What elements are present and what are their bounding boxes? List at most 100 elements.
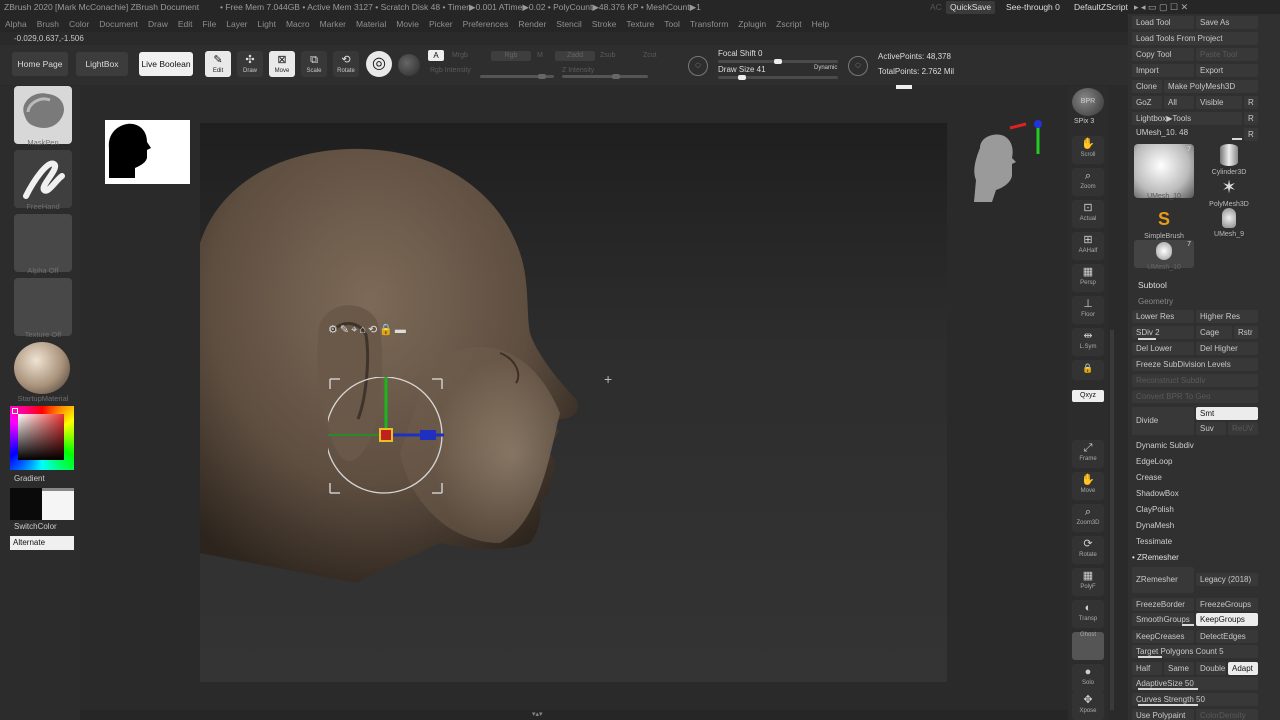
double-button[interactable]: Double [1196,662,1226,675]
menu-picker[interactable]: Picker [429,19,453,29]
panel-scrollbar[interactable] [1110,330,1114,710]
legacy-toggle[interactable]: Legacy (2018) [1196,573,1258,586]
bpr-button[interactable]: BPR [1072,88,1104,116]
move-button[interactable]: ⊠ Move [269,51,295,77]
actual-button[interactable]: ⊡ Actual [1072,200,1104,228]
texture-thumbnail[interactable] [14,278,72,336]
move-view-button[interactable]: ✋ Move [1072,472,1104,500]
load-tools-from-project-button[interactable]: Load Tools From Project [1132,32,1258,45]
lower-res-button[interactable]: Lower Res [1132,310,1194,323]
zadd-button[interactable]: Zadd [555,51,595,61]
dynamic-subdiv-section[interactable]: Dynamic Subdiv [1136,441,1194,450]
color-picker[interactable] [10,406,74,470]
goz-button[interactable]: GoZ [1132,96,1162,109]
keep-groups-toggle[interactable]: KeepGroups [1196,613,1258,626]
material-thumbnail[interactable] [14,342,70,394]
lock-icon[interactable]: 🔒 [379,324,395,336]
shadowbox-section[interactable]: ShadowBox [1136,489,1179,498]
secondary-color-swatch[interactable] [42,488,74,520]
same-button[interactable]: Same [1164,662,1194,675]
draw-size-track[interactable] [718,75,838,80]
menu-edit[interactable]: Edit [178,19,193,29]
m-button[interactable]: M [537,52,543,59]
menu-stencil[interactable]: Stencil [556,19,582,29]
polyframe-button[interactable]: ▦ PolyF [1072,568,1104,596]
menu-tool[interactable]: Tool [664,19,680,29]
keep-creases-toggle[interactable]: KeepCreases [1132,630,1194,643]
copy-tool-button[interactable]: Copy Tool [1132,48,1194,61]
scroll-button[interactable]: ✋ Scroll [1072,136,1104,164]
local-symmetry-button[interactable]: ⇹ L.Sym [1072,328,1104,356]
menu-light[interactable]: Light [258,19,276,29]
menu-document[interactable]: Document [99,19,138,29]
rgb-intensity-slider[interactable] [480,74,554,79]
rotate-view-button[interactable]: ⟳ Rotate [1072,536,1104,564]
transparency-button[interactable]: ◐ Transp [1072,600,1104,628]
menu-movie[interactable]: Movie [396,19,419,29]
see-through-slider[interactable]: See-through 0 [1006,0,1060,15]
rgb-button[interactable]: Rgb [491,51,531,61]
zcut-button[interactable]: Zcut [643,52,657,59]
menu-preferences[interactable]: Preferences [463,19,509,29]
floor-button[interactable]: ⊥ Floor [1072,296,1104,324]
lightbox-button[interactable]: LightBox [76,52,128,76]
half-button[interactable]: Half [1132,662,1162,675]
goz-all-button[interactable]: All [1164,96,1194,109]
tool-thumb-simplebrush[interactable]: S SimpleBrush [1134,208,1194,240]
rotate-button[interactable]: ⟲ Rotate [333,51,359,77]
menu-color[interactable]: Color [69,19,89,29]
reconstruct-subdiv-button[interactable]: Reconstruct Subdiv [1132,374,1258,387]
detect-edges-toggle[interactable]: DetectEdges [1196,630,1258,643]
menu-stroke[interactable]: Stroke [592,19,617,29]
default-zscript-button[interactable]: DefaultZScript [1074,0,1128,15]
goz-visible-button[interactable]: Visible [1196,96,1242,109]
brush-thumbnail[interactable] [14,86,72,144]
unlock-icon[interactable]: ▬ [395,324,408,336]
lock-button[interactable]: 🔒 [1072,360,1104,380]
current-tool-slider[interactable]: UMesh_10. 48 [1136,128,1188,137]
import-button[interactable]: Import [1132,64,1194,77]
color-density-slider[interactable]: ColorDensity [1196,709,1258,720]
suv-toggle[interactable]: Suv [1196,422,1226,435]
bottom-tray-handle[interactable]: ▾▴▾ [80,710,1068,720]
adapt-toggle[interactable]: Adapt [1228,662,1258,675]
xyz-toggle[interactable]: Qxyz [1072,390,1104,402]
clone-button[interactable]: Clone [1132,80,1162,93]
solo-button[interactable]: ● Solo [1072,664,1104,692]
menu-zscript[interactable]: Zscript [776,19,802,29]
reuv-button[interactable]: ReUV [1228,422,1258,435]
window-controls[interactable]: ▸ ◂ ▭ ▢ ☐ ✕ [1134,0,1188,15]
menu-help[interactable]: Help [812,19,829,29]
tool-thumb-polymesh3d[interactable]: ✶ PolyMesh3D [1200,176,1258,208]
zremesher-section[interactable]: • ZRemesher [1132,553,1179,562]
dynamesh-section[interactable]: DynaMesh [1136,521,1174,530]
menu-marker[interactable]: Marker [320,19,346,29]
mrgb-button[interactable]: Mrgb [452,52,468,59]
menu-texture[interactable]: Texture [626,19,654,29]
tool-thumb-umesh10[interactable]: 7 UMesh_10 [1134,144,1194,200]
spix-slider[interactable]: SPix 3 [1074,118,1094,125]
scale-button[interactable]: ⧉ Scale [301,51,327,77]
navigation-cube[interactable] [970,118,1050,202]
main-color-swatch[interactable] [10,488,42,520]
quicksave-button[interactable]: QuickSave [946,1,996,14]
divide-button[interactable]: Divide [1132,407,1194,435]
save-as-button[interactable]: Save As [1196,16,1258,29]
focal-shift-slider[interactable]: Focal Shift 0 [718,49,762,58]
zremesher-button[interactable]: ZRemesher [1132,567,1194,593]
current-tool-slider-handle[interactable] [1232,138,1242,140]
tool-thumb-umesh10-small[interactable]: 7 UMesh_10 [1134,240,1194,271]
live-boolean-button[interactable]: Live Boolean [139,52,193,76]
use-polypaint-toggle[interactable]: Use Polypaint [1132,709,1194,720]
freeze-border-toggle[interactable]: FreezeBorder [1132,598,1194,611]
material-sphere-icon[interactable] [398,54,420,76]
home-page-button[interactable]: Home Page [12,52,68,76]
transpose-gizmo[interactable] [325,347,468,497]
menu-alpha[interactable]: Alpha [5,19,27,29]
persp-button[interactable]: ▦ Persp [1072,264,1104,292]
tool-thumb-cylinder3d[interactable]: Cylinder3D [1200,144,1258,176]
aahalf-button[interactable]: ⊞ AAHalf [1072,232,1104,260]
tray-toggle-icon[interactable]: ▾▴▾ [532,710,543,718]
ghost-button[interactable]: Ghost [1072,632,1104,660]
tool-r-button[interactable]: R [1244,128,1258,141]
